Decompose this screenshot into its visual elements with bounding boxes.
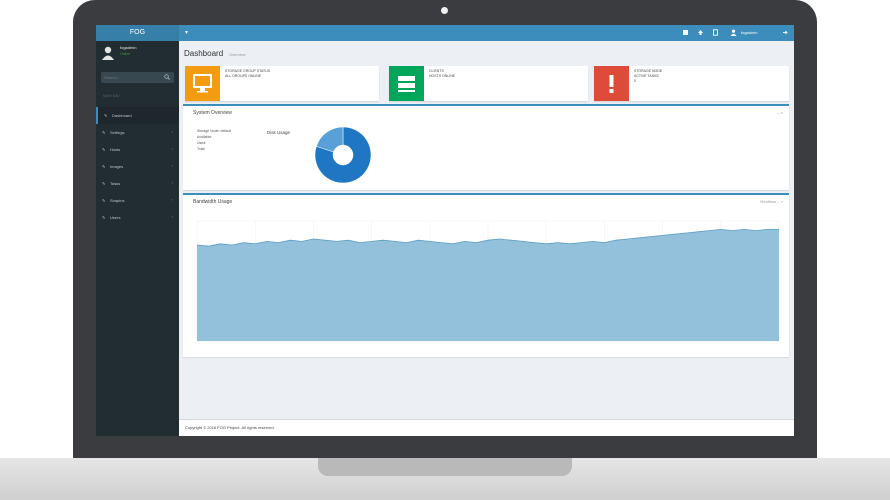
sidebar-nav: ✎ Dashboard ✎ Settings ‹ ✎ Hosts ‹ ✎ Ima…	[96, 107, 179, 226]
top-navbar: ▾ fogadmin	[179, 25, 794, 41]
infobox-icon-bg	[185, 66, 220, 101]
footer: Copyright © 2016 FOG Project. All rights…	[179, 419, 794, 436]
infobox-storage-group[interactable]: STORAGE GROUP STATUS ALL GROUPS ONLINE	[185, 66, 379, 101]
monitor-icon	[193, 74, 212, 93]
user-name: fogadmin	[120, 45, 137, 50]
sidebar-search	[101, 72, 174, 83]
user-panel: fogadmin Online	[96, 41, 179, 67]
sidebar-item-label: Settings	[110, 130, 125, 135]
sidebar-item-dashboard[interactable]: ✎ Dashboard	[96, 107, 179, 124]
document-icon[interactable]	[712, 29, 719, 36]
disk-usage-donut	[314, 126, 372, 184]
sidebar-item-settings[interactable]: ✎ Settings ‹	[96, 124, 179, 141]
camera	[441, 7, 448, 14]
chevron-left-icon: ‹	[171, 146, 173, 151]
user-status: Online	[120, 52, 131, 56]
home-icon[interactable]	[682, 29, 689, 36]
app-logo[interactable]: FOG	[96, 25, 179, 41]
bandwidth-chart	[196, 220, 780, 342]
content-area: Dashboard Overview STORAGE GROUP STATUS …	[179, 41, 794, 436]
wrench-icon: ✎	[104, 113, 108, 118]
search-input[interactable]	[104, 72, 162, 83]
wrench-icon: ✎	[102, 164, 106, 169]
sidebar-item-label: Users	[110, 215, 121, 220]
chevron-left-icon: ‹	[171, 163, 173, 168]
page-subtitle: Overview	[229, 52, 246, 57]
sidebar-item-label: Snapins	[110, 198, 125, 203]
chevron-left-icon: ‹	[171, 197, 173, 202]
box-tools[interactable]: Realtime – ×	[760, 199, 783, 204]
infobox-text: STORAGE NODE ACTIVE TASKS 0	[634, 69, 662, 84]
bandwidth-area	[197, 229, 779, 341]
wrench-icon: ✎	[102, 181, 106, 186]
system-stats: Storage Node: default Available: Used: T…	[197, 128, 231, 152]
wrench-icon: ✎	[102, 147, 106, 152]
sidebar-item-images[interactable]: ✎ Images ‹	[96, 158, 179, 175]
user-icon[interactable]	[730, 29, 737, 36]
system-overview-box: System Overview – × Storage Node: defaul…	[183, 104, 789, 190]
disk-usage-label: Disk Usage	[267, 130, 291, 135]
infobox-icon-bg	[389, 66, 424, 101]
infobox-icon-bg	[594, 66, 629, 101]
nav-header: MAIN NAV	[103, 94, 120, 98]
screen: FOG fogadmin Online MAIN NAV ✎ Dashboard…	[96, 25, 794, 436]
box-title: Bandwidth Usage	[193, 199, 233, 205]
search-icon[interactable]	[164, 74, 170, 80]
upload-icon[interactable]	[697, 29, 704, 36]
avatar-icon	[102, 46, 114, 60]
sidebar-item-snapins[interactable]: ✎ Snapins ‹	[96, 192, 179, 209]
box-tools[interactable]: – ×	[777, 110, 783, 115]
sidebar-item-label: Images	[110, 164, 124, 169]
laptop-base-notch	[318, 458, 572, 476]
sidebar-item-label: Dashboard	[112, 113, 132, 118]
infobox-text: CLIENTS HOSTS ONLINE	[429, 69, 455, 79]
sidebar-item-users[interactable]: ✎ Users ‹	[96, 209, 179, 226]
realtime-toggle[interactable]: Realtime	[760, 199, 776, 204]
exclamation-icon	[609, 75, 614, 93]
wrench-icon: ✎	[102, 130, 106, 135]
sidebar-item-hosts[interactable]: ✎ Hosts ‹	[96, 141, 179, 158]
infobox-line: ALL GROUPS ONLINE	[225, 74, 262, 78]
wrench-icon: ✎	[102, 198, 106, 203]
footer-text: Copyright © 2016 FOG Project. All rights…	[185, 425, 275, 430]
sidebar-item-label: Tasks	[110, 181, 121, 186]
page-title: Dashboard	[184, 49, 224, 58]
topbar-username[interactable]: fogadmin	[741, 30, 757, 35]
sidebar-item-label: Hosts	[110, 147, 121, 152]
infobox-line: HOSTS ONLINE	[429, 74, 456, 78]
chevron-left-icon: ‹	[171, 180, 173, 185]
sidebar-item-tasks[interactable]: ✎ Tasks ‹	[96, 175, 179, 192]
bandwidth-box: Bandwidth Usage Realtime – ×	[183, 193, 789, 357]
box-title: System Overview	[193, 110, 232, 116]
infobox-line: ACTIVE TASKS	[634, 74, 659, 78]
chevron-left-icon: ‹	[171, 214, 173, 219]
chevron-left-icon: ‹	[171, 129, 173, 134]
infobox-line: 0	[634, 79, 636, 83]
sidebar: FOG fogadmin Online MAIN NAV ✎ Dashboard…	[96, 25, 179, 436]
infobox-clients[interactable]: CLIENTS HOSTS ONLINE	[389, 66, 588, 101]
stat-line: Total:	[197, 147, 206, 151]
wrench-icon: ✎	[102, 215, 106, 220]
infobox-storage-node[interactable]: STORAGE NODE ACTIVE TASKS 0	[594, 66, 789, 101]
sidebar-toggle-icon[interactable]: ▾	[185, 29, 188, 36]
server-icon	[398, 76, 415, 92]
logout-icon[interactable]	[782, 29, 789, 36]
infobox-text: STORAGE GROUP STATUS ALL GROUPS ONLINE	[225, 69, 270, 79]
